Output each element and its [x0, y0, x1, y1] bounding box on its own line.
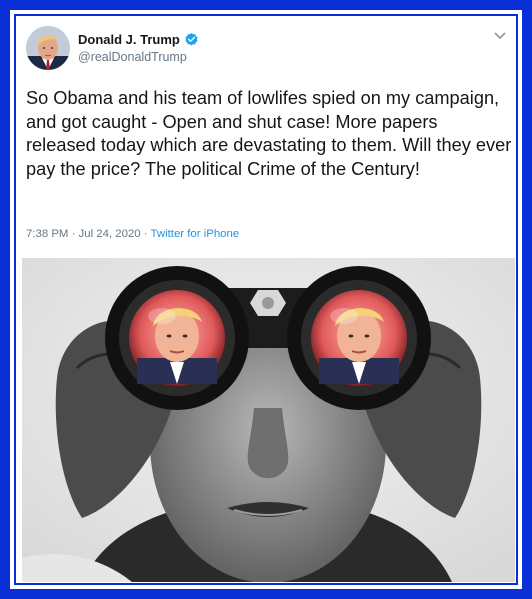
- tweet-time[interactable]: 7:38 PM: [26, 228, 68, 240]
- avatar[interactable]: [26, 26, 70, 70]
- tweet-date[interactable]: Jul 24, 2020: [79, 228, 141, 240]
- meta-separator: ·: [68, 228, 79, 240]
- binoculars-illustration: [22, 258, 515, 582]
- tweet-source-link[interactable]: Twitter for iPhone: [151, 228, 240, 240]
- tweet-text: So Obama and his team of lowlifes spied …: [26, 88, 512, 179]
- tweet-image[interactable]: [22, 258, 515, 582]
- user-name-row[interactable]: Donald J. Trump: [78, 32, 199, 47]
- tweet-card: Donald J. Trump @realDonaldTrump So Obam…: [14, 14, 518, 585]
- display-name[interactable]: Donald J. Trump: [78, 32, 180, 47]
- tweet-metadata: 7:38 PM · Jul 24, 2020 · Twitter for iPh…: [26, 228, 239, 240]
- avatar-image: [26, 26, 70, 70]
- meta-separator: ·: [140, 228, 151, 240]
- verified-badge-icon: [185, 32, 198, 46]
- user-handle[interactable]: @realDonaldTrump: [78, 50, 187, 64]
- chevron-down-icon[interactable]: [492, 28, 508, 44]
- blue-border-frame: Donald J. Trump @realDonaldTrump So Obam…: [0, 0, 532, 599]
